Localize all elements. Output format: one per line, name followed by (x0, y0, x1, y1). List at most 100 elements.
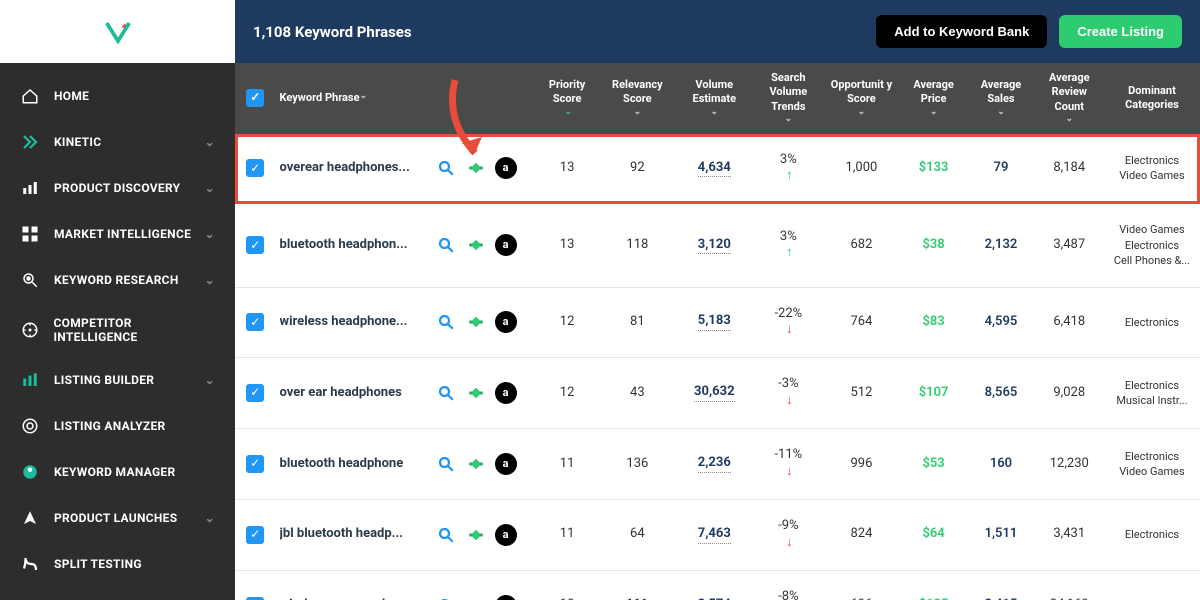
column-relevancy-score[interactable]: Relevancy Score⌄ (600, 78, 675, 118)
table-row: ✓ jbl bluetooth headp... a 11 64 7,463 -… (235, 500, 1200, 571)
keyword-phrase-text: bluetooth headphon... (280, 237, 427, 254)
sidebar-item-builder[interactable]: LISTING BUILDER ⌄ (0, 357, 235, 403)
sidebar-item-launches[interactable]: PRODUCT LAUNCHES⌄ (0, 495, 235, 541)
opportunity-score-value: 996 (850, 456, 872, 473)
average-review-count-value: 3,431 (1053, 526, 1085, 543)
average-sales-value: 160 (990, 456, 1012, 473)
diamond-icon[interactable] (465, 157, 487, 179)
sidebar-item-kinetic[interactable]: KINETIC⌄ (0, 119, 235, 165)
amazon-icon[interactable]: a (495, 157, 517, 179)
keyword-table: ✓ Keyword Phrase ⌄ Priority Score⌄ Relev… (235, 63, 1200, 600)
diamond-icon[interactable] (465, 234, 487, 256)
volume-estimate-value[interactable]: 3,120 (698, 237, 731, 255)
average-sales-value: 2,132 (985, 237, 1018, 254)
dominant-categories-value: ElectronicsVideo Games (1119, 153, 1184, 184)
table-row: ✓ over ear headphones a 12 43 30,632 -3%… (235, 358, 1200, 429)
average-review-count-value: 6,418 (1053, 314, 1085, 331)
search-icon[interactable] (435, 311, 457, 333)
sidebar-item-analyzer[interactable]: LISTING ANALYZER (0, 403, 235, 449)
search-icon[interactable] (435, 524, 457, 546)
average-review-count-value: 12,230 (1050, 456, 1089, 473)
sidebar-item-split[interactable]: SPLIT TESTING (0, 541, 235, 587)
priority-score-value: 11 (560, 526, 575, 543)
average-price-value: $83 (922, 314, 944, 331)
column-search-volume-trends[interactable]: Search Volume Trends⌄ (754, 71, 823, 126)
average-review-count-value: 9,028 (1053, 385, 1085, 402)
volume-estimate-value[interactable]: 30,632 (694, 384, 735, 402)
amazon-icon[interactable]: a (495, 311, 517, 333)
sidebar-item-label: LISTING BUILDER (54, 373, 154, 387)
volume-estimate-value[interactable]: 5,183 (698, 313, 731, 331)
sidebar-item-label: LISTING ANALYZER (54, 419, 166, 433)
diamond-icon[interactable] (465, 311, 487, 333)
search-icon[interactable] (435, 595, 457, 600)
sidebar-item-home[interactable]: HOME (0, 73, 235, 119)
search-icon[interactable] (435, 234, 457, 256)
volume-estimate-value[interactable]: 2,236 (698, 455, 731, 473)
sidebar-item-keyword[interactable]: KEYWORD RESEARCH⌄ (0, 257, 235, 303)
sidebar-item-competitor[interactable]: COMPETITOR INTELLIGENCE (0, 303, 235, 357)
volume-estimate-value[interactable]: 2,574 (698, 597, 731, 600)
amazon-icon[interactable]: a (495, 234, 517, 256)
column-priority-score[interactable]: Priority Score⌄ (534, 78, 599, 118)
sidebar-item-label: KEYWORD RESEARCH (54, 273, 179, 287)
search-icon[interactable] (435, 453, 457, 475)
opportunity-score-value: 764 (850, 314, 872, 331)
create-listing-button[interactable]: Create Listing (1059, 15, 1182, 48)
page-title: 1,108 Keyword Phrases (253, 23, 412, 41)
header-bar: 1,108 Keyword Phrases Add to Keyword Ban… (235, 0, 1200, 63)
volume-estimate-value[interactable]: 7,463 (698, 526, 731, 544)
column-keyword-phrase[interactable]: Keyword Phrase ⌄ (276, 91, 535, 105)
opportunity-score-value: 824 (850, 526, 872, 543)
diamond-icon[interactable] (465, 524, 487, 546)
amazon-icon[interactable]: a (495, 524, 517, 546)
average-price-value: $53 (922, 456, 944, 473)
manager-icon (20, 462, 40, 482)
row-checkbox[interactable]: ✓ (246, 236, 264, 254)
sidebar-item-discovery[interactable]: PRODUCT DISCOVERY⌄ (0, 165, 235, 211)
sidebar-item-market[interactable]: MARKET INTELLIGENCE⌄ (0, 211, 235, 257)
keyword-phrase-text: bluetooth headphone (280, 456, 427, 473)
trend-value: -8% (778, 589, 798, 600)
search-icon[interactable] (435, 382, 457, 404)
column-opportunity-score[interactable]: Opportunit y Score⌄ (823, 78, 900, 118)
average-price-value: $64 (922, 526, 944, 543)
row-checkbox[interactable]: ✓ (246, 384, 264, 402)
column-average-sales[interactable]: Average Sales⌄ (967, 78, 1034, 118)
search-icon[interactable] (435, 157, 457, 179)
row-checkbox[interactable]: ✓ (246, 159, 264, 177)
relevancy-score-value: 136 (626, 456, 648, 473)
chevron-down-icon: ⌄ (205, 511, 215, 525)
diamond-icon[interactable] (465, 453, 487, 475)
market-icon (20, 224, 40, 244)
brand-logo-icon (103, 17, 133, 47)
diamond-icon[interactable] (465, 595, 487, 600)
column-volume-estimate[interactable]: Volume Estimate⌄ (675, 78, 754, 118)
chevron-down-icon: ⌄ (205, 373, 215, 387)
column-average-price[interactable]: Average Price⌄ (900, 78, 967, 118)
priority-score-value: 13 (560, 160, 575, 177)
competitor-icon (20, 320, 40, 340)
trend-value: -11% (774, 447, 802, 464)
amazon-icon[interactable]: a (495, 382, 517, 404)
diamond-icon[interactable] (465, 382, 487, 404)
amazon-icon[interactable]: a (495, 595, 517, 600)
row-checkbox[interactable]: ✓ (246, 313, 264, 331)
keyword-phrase-text: wireless headphone... (280, 314, 427, 331)
average-price-value: $38 (922, 237, 944, 254)
average-price-value: $107 (919, 385, 949, 402)
select-all-checkbox[interactable]: ✓ (246, 89, 264, 107)
volume-estimate-value[interactable]: 4,634 (698, 160, 731, 178)
launches-icon (20, 508, 40, 528)
sidebar: HOMEKINETIC⌄PRODUCT DISCOVERY⌄MARKET INT… (0, 0, 235, 600)
dominant-categories-value: Video GamesElectronicsCell Phones &... (1114, 222, 1190, 268)
amazon-icon[interactable]: a (495, 453, 517, 475)
row-checkbox[interactable]: ✓ (246, 526, 264, 544)
add-to-keyword-bank-button[interactable]: Add to Keyword Bank (876, 15, 1047, 48)
sidebar-item-manager[interactable]: KEYWORD MANAGER (0, 449, 235, 495)
row-checkbox[interactable]: ✓ (246, 455, 264, 473)
column-average-review-count[interactable]: Average Review Count⌄ (1035, 71, 1104, 126)
sidebar-item-label: COMPETITOR INTELLIGENCE (54, 316, 216, 344)
row-checkbox[interactable]: ✓ (246, 597, 264, 600)
trend-value: -9% (778, 518, 798, 535)
